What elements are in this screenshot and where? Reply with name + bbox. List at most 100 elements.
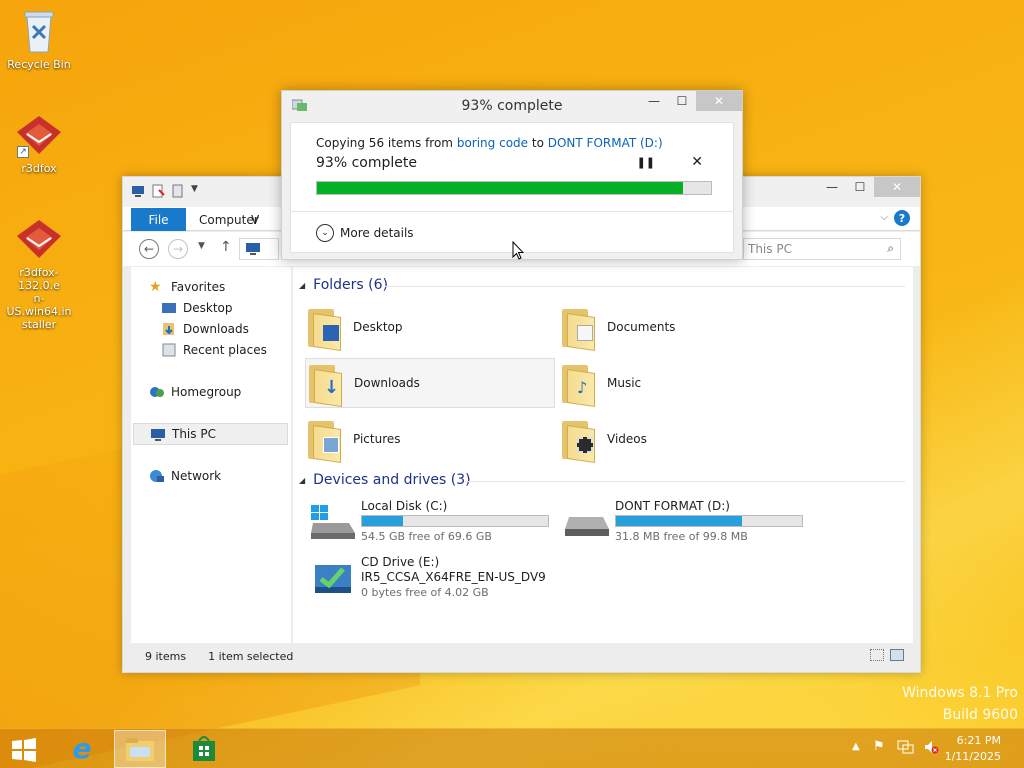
group-title: Devices and drives (3) xyxy=(313,472,471,488)
properties-icon[interactable] xyxy=(151,184,165,198)
cd-drive-icon xyxy=(309,559,357,597)
help-icon[interactable]: ? xyxy=(894,210,910,226)
system-clock[interactable]: 6:21 PM 1/11/2025 xyxy=(945,733,1001,765)
desktop-icon-r3dfox-installer[interactable]: r3dfox-132.0.e n-US.win64.in staller xyxy=(1,218,77,331)
minimize-button[interactable]: — xyxy=(640,91,668,111)
copy-progress-dialog[interactable]: 93% complete — ☐ ✕ Copying 56 items from… xyxy=(281,90,743,260)
network-tray-icon[interactable] xyxy=(897,739,915,758)
tab-file[interactable]: File xyxy=(131,208,186,231)
folders-group-header[interactable]: ◢ Folders (6) xyxy=(299,277,388,293)
nav-item-favorites[interactable]: ★ Favorites xyxy=(149,276,306,298)
this-pc-icon xyxy=(131,184,145,198)
music-folder-icon: ♪ xyxy=(559,361,595,407)
start-button[interactable] xyxy=(10,738,38,762)
desktop-icon-r3dfox[interactable]: ↗ r3dfox xyxy=(1,114,77,175)
maximize-button[interactable]: ☐ xyxy=(668,91,696,111)
nav-item-this-pc[interactable]: This PC xyxy=(133,423,288,445)
tab-view[interactable]: V xyxy=(251,213,259,227)
drive-usage-bar xyxy=(615,515,803,527)
folder-label: Downloads xyxy=(354,376,420,390)
more-details-button[interactable]: ⌄ More details xyxy=(316,224,414,242)
customize-toolbar-icon[interactable]: ▼ xyxy=(191,184,205,198)
drives-group-header[interactable]: ◢ Devices and drives (3) xyxy=(299,472,471,488)
clock-time: 6:21 PM xyxy=(956,734,1001,747)
tab-computer[interactable]: Computer xyxy=(199,213,259,227)
taskbar-store[interactable] xyxy=(178,730,230,768)
nav-label: Desktop xyxy=(183,301,233,315)
to-word: to xyxy=(531,136,544,150)
folder-tile-documents[interactable]: Documents xyxy=(559,302,809,352)
details-view-icon[interactable] xyxy=(870,649,884,661)
drive-name: Local Disk (C:) xyxy=(361,499,448,513)
close-button[interactable]: ✕ xyxy=(874,177,920,197)
desktop-icon-label: Recycle Bin xyxy=(7,58,71,71)
folder-tile-desktop[interactable]: Desktop xyxy=(305,302,555,352)
folder-tile-videos[interactable]: Videos xyxy=(559,414,809,464)
volume-muted-icon[interactable] xyxy=(923,739,939,758)
drive-usage-fill xyxy=(616,516,743,526)
destination-link[interactable]: DONT FORMAT (D:) xyxy=(548,136,663,150)
action-center-flag-icon[interactable]: ⚑ xyxy=(873,739,885,754)
desktop-icon-label: r3dfox xyxy=(21,162,57,175)
file-explorer-icon xyxy=(126,738,154,761)
taskbar-file-explorer[interactable] xyxy=(114,730,166,768)
expand-ribbon-icon[interactable]: ⌵ xyxy=(880,212,888,223)
content-pane: ◢ Folders (6) Desktop Documents ↓ Downlo… xyxy=(293,267,913,643)
close-button[interactable]: ✕ xyxy=(696,91,742,111)
search-icon[interactable]: ⌕ xyxy=(887,241,894,256)
folder-label: Desktop xyxy=(353,320,403,334)
group-title: Folders (6) xyxy=(313,277,388,293)
folder-tile-music[interactable]: ♪ Music xyxy=(559,358,809,408)
source-link[interactable]: boring code xyxy=(457,136,528,150)
taskbar-internet-explorer[interactable]: e xyxy=(56,730,108,768)
folder-tile-downloads[interactable]: ↓ Downloads xyxy=(305,358,555,408)
folder-tile-pictures[interactable]: Pictures xyxy=(305,414,555,464)
search-input[interactable]: This PC ⌕ xyxy=(743,238,901,260)
recycle-bin-icon xyxy=(22,8,56,54)
pause-button[interactable]: ❚❚ xyxy=(637,156,655,169)
item-count: 9 items xyxy=(145,649,187,663)
recent-places-icon xyxy=(161,343,177,357)
star-icon: ★ xyxy=(149,279,162,295)
copy-prefix: Copying 56 items from xyxy=(316,136,453,150)
drive-free-space: 54.5 GB free of 69.6 GB xyxy=(361,530,492,543)
drive-free-space: 31.8 MB free of 99.8 MB xyxy=(615,530,748,543)
nav-label: Homegroup xyxy=(171,385,242,399)
copy-progress-bar xyxy=(316,181,712,195)
watermark-build: Build 9600 xyxy=(942,707,1018,723)
collapse-triangle-icon[interactable]: ◢ xyxy=(299,476,305,485)
back-button[interactable]: ← xyxy=(139,239,159,259)
pictures-folder-icon xyxy=(305,417,341,463)
dialog-body: Copying 56 items from boring code to DON… xyxy=(290,122,734,253)
new-folder-icon[interactable] xyxy=(171,184,185,198)
r3dfox-icon: ↗ xyxy=(15,114,63,158)
nav-item-network[interactable]: Network xyxy=(149,465,306,487)
address-bar[interactable] xyxy=(239,238,279,260)
status-bar: 9 items 1 item selected xyxy=(131,645,912,667)
collapse-triangle-icon[interactable]: ◢ xyxy=(299,281,305,290)
large-icons-view-icon[interactable] xyxy=(890,649,904,661)
search-placeholder: This PC xyxy=(748,242,792,256)
minimize-button[interactable]: — xyxy=(818,177,846,197)
selection-count: 1 item selected xyxy=(208,649,294,663)
usb-drive-icon xyxy=(563,503,611,541)
group-divider xyxy=(385,286,905,287)
drive-dont-format-d[interactable]: DONT FORMAT (D:) 31.8 MB free of 99.8 MB xyxy=(563,499,823,549)
up-button[interactable]: ↑ xyxy=(220,239,232,255)
drive-local-disk-c[interactable]: Local Disk (C:) 54.5 GB free of 69.6 GB xyxy=(309,499,569,549)
copy-description: Copying 56 items from boring code to DON… xyxy=(316,136,663,150)
recent-locations-dropdown-icon[interactable]: ▼ xyxy=(198,241,205,251)
nav-item-homegroup[interactable]: Homegroup xyxy=(149,381,306,403)
cancel-button[interactable]: ✕ xyxy=(691,154,703,170)
desktop-icon xyxy=(161,301,177,315)
clock-date: 1/11/2025 xyxy=(944,750,1001,763)
forward-button[interactable]: → xyxy=(168,239,188,259)
maximize-button[interactable]: ☐ xyxy=(846,177,874,197)
group-divider xyxy=(465,481,905,482)
show-hidden-icons-button[interactable]: ▲ xyxy=(852,741,860,752)
drive-cd-e[interactable]: CD Drive (E:) IR5_CCSA_X64FRE_EN-US_DV9 … xyxy=(309,555,569,605)
desktop-icon-recycle-bin[interactable]: Recycle Bin xyxy=(1,8,77,71)
desktop-icon-label-line: staller xyxy=(21,318,57,331)
drive-usage-fill xyxy=(362,516,403,526)
shortcut-arrow-icon: ↗ xyxy=(17,146,29,158)
